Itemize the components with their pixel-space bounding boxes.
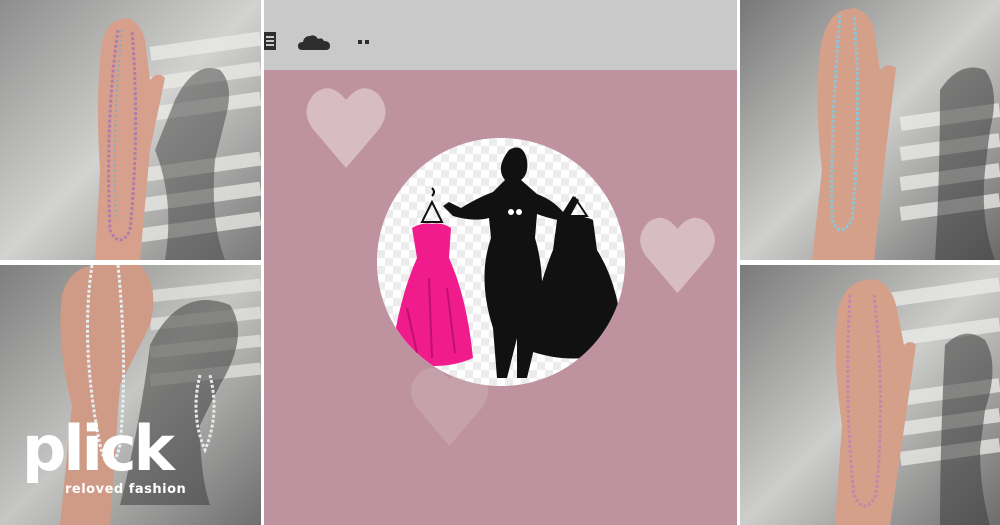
heart-icon: [640, 217, 715, 294]
necklace-photo: [740, 265, 1000, 525]
necklace-photo: [0, 0, 261, 260]
necklace-photo: [740, 0, 1000, 260]
profile-avatar[interactable]: [377, 138, 625, 386]
toolbar: [264, 0, 737, 70]
cloud-icon[interactable]: [298, 34, 330, 50]
photo-top-left: [0, 0, 261, 260]
more-icon[interactable]: [358, 40, 370, 44]
logo-wordmark: plick: [22, 412, 175, 485]
photo-top-right: [740, 0, 1000, 260]
profile-screenshot: [264, 0, 737, 525]
logo-tagline: reloved fashion: [65, 482, 187, 497]
heart-icon: [306, 88, 386, 168]
fashion-silhouette-image: [377, 138, 625, 386]
list-icon[interactable]: [264, 32, 280, 50]
photo-bottom-right: [740, 265, 1000, 525]
plick-logo: plick reloved fashion: [22, 418, 192, 508]
